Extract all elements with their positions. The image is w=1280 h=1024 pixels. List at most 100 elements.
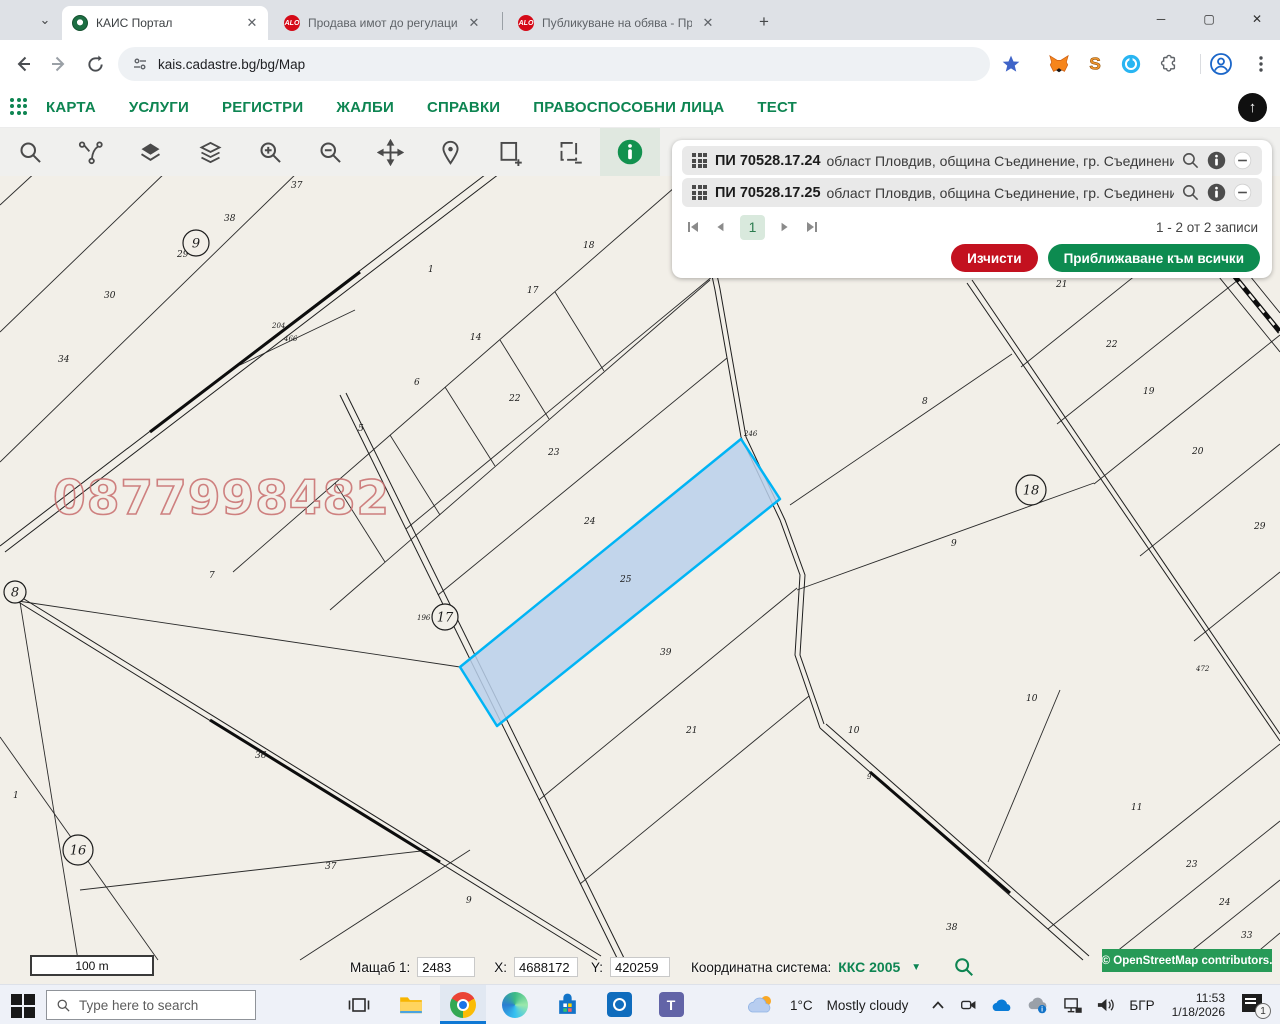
parcel-grid-icon — [692, 153, 707, 168]
browser-tab-kais[interactable]: КАИС Портал ✕ — [62, 6, 268, 40]
result-row[interactable]: ПИ 70528.17.25 област Пловдив, община Съ… — [682, 178, 1262, 207]
parcel-number-label: 1 — [13, 791, 19, 801]
clear-button[interactable]: Изчисти — [951, 244, 1037, 272]
s-extension-icon[interactable]: S — [1082, 51, 1108, 77]
map-layers-tool-icon[interactable] — [180, 128, 240, 176]
scale-input[interactable] — [417, 957, 475, 977]
site-settings-icon[interactable] — [132, 56, 148, 72]
url-text[interactable]: kais.cadastre.bg/bg/Map — [158, 57, 305, 72]
parcel-number-label: 14 — [470, 333, 482, 343]
tab-close-icon[interactable]: ✕ — [466, 15, 482, 31]
tab-close-icon[interactable]: ✕ — [700, 15, 716, 31]
browser-menu-icon[interactable] — [1248, 51, 1274, 77]
extensions-puzzle-icon[interactable] — [1154, 51, 1180, 77]
zoom-to-all-button[interactable]: Приближаване към всички — [1048, 244, 1260, 272]
edge-taskbar-icon[interactable] — [492, 985, 538, 1024]
weather-temp[interactable]: 1°C — [790, 998, 813, 1013]
map-location-tool-icon[interactable] — [420, 128, 480, 176]
result-zoom-icon[interactable] — [1180, 183, 1200, 203]
forward-button[interactable] — [44, 49, 74, 79]
speaker-icon[interactable] — [1096, 997, 1115, 1013]
teams-icon[interactable]: T — [648, 985, 694, 1024]
status-search-icon[interactable] — [953, 956, 975, 978]
nav-item-spravki[interactable]: СПРАВКИ — [427, 99, 500, 116]
meet-now-icon[interactable] — [959, 997, 977, 1013]
nav-item-registri[interactable]: РЕГИСТРИ — [222, 99, 303, 116]
taskbar-search-input[interactable]: Type here to search — [46, 990, 256, 1020]
tab-close-icon[interactable]: ✕ — [244, 15, 260, 31]
osm-attribution[interactable]: © OpenStreetMap contributors. — [1102, 949, 1272, 972]
map-route-tool-icon[interactable] — [60, 128, 120, 176]
weather-desc[interactable]: Mostly cloudy — [827, 998, 909, 1013]
massif-number-label: 17 — [437, 611, 454, 626]
map-info-tool-icon[interactable] — [600, 128, 660, 176]
weather-icon[interactable] — [748, 993, 776, 1017]
result-info-icon[interactable] — [1206, 183, 1226, 203]
microsoft-store-icon[interactable] — [544, 985, 590, 1024]
window-minimize-button[interactable]: ─ — [1138, 0, 1184, 38]
map-rect-add-tool-icon[interactable] — [480, 128, 540, 176]
taskbar-clock[interactable]: 11:53 1/18/2026 — [1172, 991, 1225, 1019]
map-zoom-in-tool-icon[interactable] — [240, 128, 300, 176]
window-maximize-button[interactable]: ▢ — [1186, 0, 1232, 38]
crs-value[interactable]: ККС 2005 — [838, 959, 900, 975]
nav-item-uslugi[interactable]: УСЛУГИ — [129, 99, 189, 116]
parcel-grid-icon — [692, 185, 707, 200]
nav-item-zhalbi[interactable]: ЖАЛБИ — [336, 99, 394, 116]
back-button[interactable] — [8, 49, 38, 79]
window-close-button[interactable]: ✕ — [1234, 0, 1280, 38]
page-number[interactable]: 1 — [740, 215, 765, 240]
profile-avatar-icon[interactable] — [1208, 51, 1234, 77]
massif-number-label: 9 — [192, 237, 200, 252]
map-pan-tool-icon[interactable] — [360, 128, 420, 176]
blue-extension-icon[interactable] — [1118, 51, 1144, 77]
result-row[interactable]: ПИ 70528.17.24 област Пловдив, община Съ… — [682, 146, 1262, 175]
tab-search-chevron-icon[interactable]: ⌄ — [32, 8, 58, 32]
file-explorer-icon[interactable] — [388, 985, 434, 1024]
y-coordinate-input[interactable] — [610, 957, 670, 977]
massif-number-label: 16 — [70, 844, 87, 859]
onedrive-icon[interactable] — [991, 998, 1013, 1013]
result-zoom-icon[interactable] — [1180, 151, 1200, 171]
parcel-number-label: 34 — [58, 355, 70, 365]
browser-tab-alo-listing[interactable]: ALO Продава имот до регулация в ✕ — [274, 6, 496, 40]
page-next-icon[interactable] — [779, 221, 791, 233]
map-search-tool-icon[interactable] — [0, 128, 60, 176]
apps-grid-icon[interactable] — [10, 98, 30, 118]
result-info-icon[interactable] — [1206, 151, 1226, 171]
page-last-icon[interactable] — [805, 220, 819, 234]
scroll-top-button[interactable]: ↑ — [1238, 93, 1267, 122]
notification-center-icon[interactable]: 1 — [1242, 994, 1268, 1016]
map-rect-remove-tool-icon[interactable] — [540, 128, 600, 176]
reload-button[interactable] — [80, 49, 110, 79]
parcel-number-label: 11 — [1131, 803, 1142, 813]
network-icon[interactable] — [1063, 997, 1082, 1014]
new-tab-button[interactable]: + — [752, 10, 776, 34]
map-zoom-out-tool-icon[interactable] — [300, 128, 360, 176]
map-layer-diamond-tool-icon[interactable] — [120, 128, 180, 176]
page-prev-icon[interactable] — [714, 221, 726, 233]
result-remove-icon[interactable] — [1232, 183, 1252, 203]
crs-dropdown-icon[interactable]: ▼ — [911, 962, 921, 973]
result-remove-icon[interactable] — [1232, 151, 1252, 171]
chrome-taskbar-icon[interactable] — [440, 985, 486, 1024]
scale-label: Мащаб 1: — [350, 960, 410, 975]
metamask-extension-icon[interactable] — [1046, 51, 1072, 77]
address-bar[interactable]: kais.cadastre.bg/bg/Map — [118, 47, 990, 81]
tray-expand-chevron-icon[interactable] — [931, 1000, 945, 1010]
task-view-icon[interactable] — [336, 985, 382, 1024]
weather-cloud-info-icon[interactable]: i — [1027, 997, 1049, 1014]
nav-item-karta[interactable]: КАРТА — [46, 99, 96, 116]
nav-item-pravosposobni[interactable]: ПРАВОСПОСОБНИ ЛИЦА — [533, 99, 724, 116]
keyboard-language[interactable]: БГР — [1129, 998, 1154, 1013]
nav-item-test[interactable]: ТЕСТ — [757, 99, 797, 116]
browser-tab-alo-publish[interactable]: ALO Публикуване на обява - Прод ✕ — [508, 6, 740, 40]
pagination: 1 1 - 2 от 2 записи — [686, 214, 1258, 240]
tab-title: КАИС Портал — [96, 16, 236, 30]
outlook-icon[interactable] — [596, 985, 642, 1024]
start-button-icon[interactable] — [10, 993, 36, 1019]
bookmark-star-icon[interactable] — [998, 51, 1024, 77]
page-first-icon[interactable] — [686, 220, 700, 234]
parcel-number-label: 21 — [1055, 280, 1067, 290]
x-coordinate-input[interactable] — [514, 957, 578, 977]
